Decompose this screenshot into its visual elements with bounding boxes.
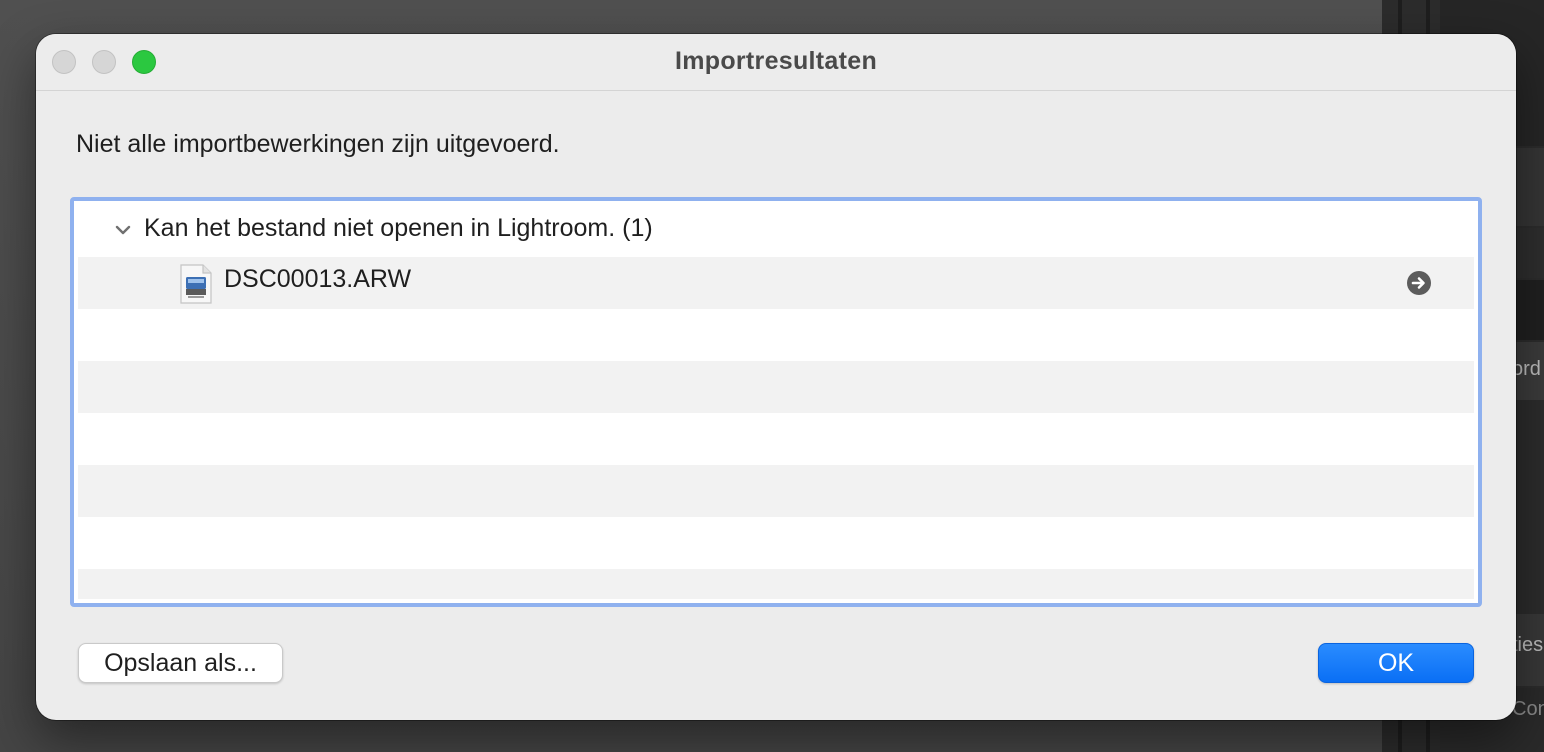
status-message: Niet alle importbewerkingen zijn uitgevo… [76,130,560,158]
empty-row [78,465,1474,517]
group-row[interactable]: Kan het bestand niet openen in Lightroom… [78,205,1474,257]
empty-row [78,361,1474,413]
save-as-button[interactable]: Opslaan als... [78,643,283,683]
chevron-down-icon[interactable] [112,219,134,241]
background-side-text: ord [1512,358,1541,380]
results-outline-list[interactable]: Kan het bestand niet openen in Lightroom… [70,197,1482,607]
group-label: Kan het bestand niet openen in Lightroom… [144,214,653,242]
arrow-right-circle-icon[interactable] [1406,270,1432,296]
file-name: DSC00013.ARW [224,265,412,293]
import-results-dialog: Importresultaten Niet alle importbewerki… [36,34,1516,720]
title-bar: Importresultaten [36,34,1516,91]
empty-row [78,413,1474,465]
raw-file-icon [180,264,212,304]
empty-row [78,309,1474,361]
empty-row [78,569,1474,599]
file-row[interactable]: DSC00013.ARW [78,257,1474,309]
background-side-text: Con [1512,698,1544,720]
empty-row [78,517,1474,569]
ok-button[interactable]: OK [1318,643,1474,683]
background-side-text: ties [1512,634,1544,656]
window-title: Importresultaten [674,47,878,75]
